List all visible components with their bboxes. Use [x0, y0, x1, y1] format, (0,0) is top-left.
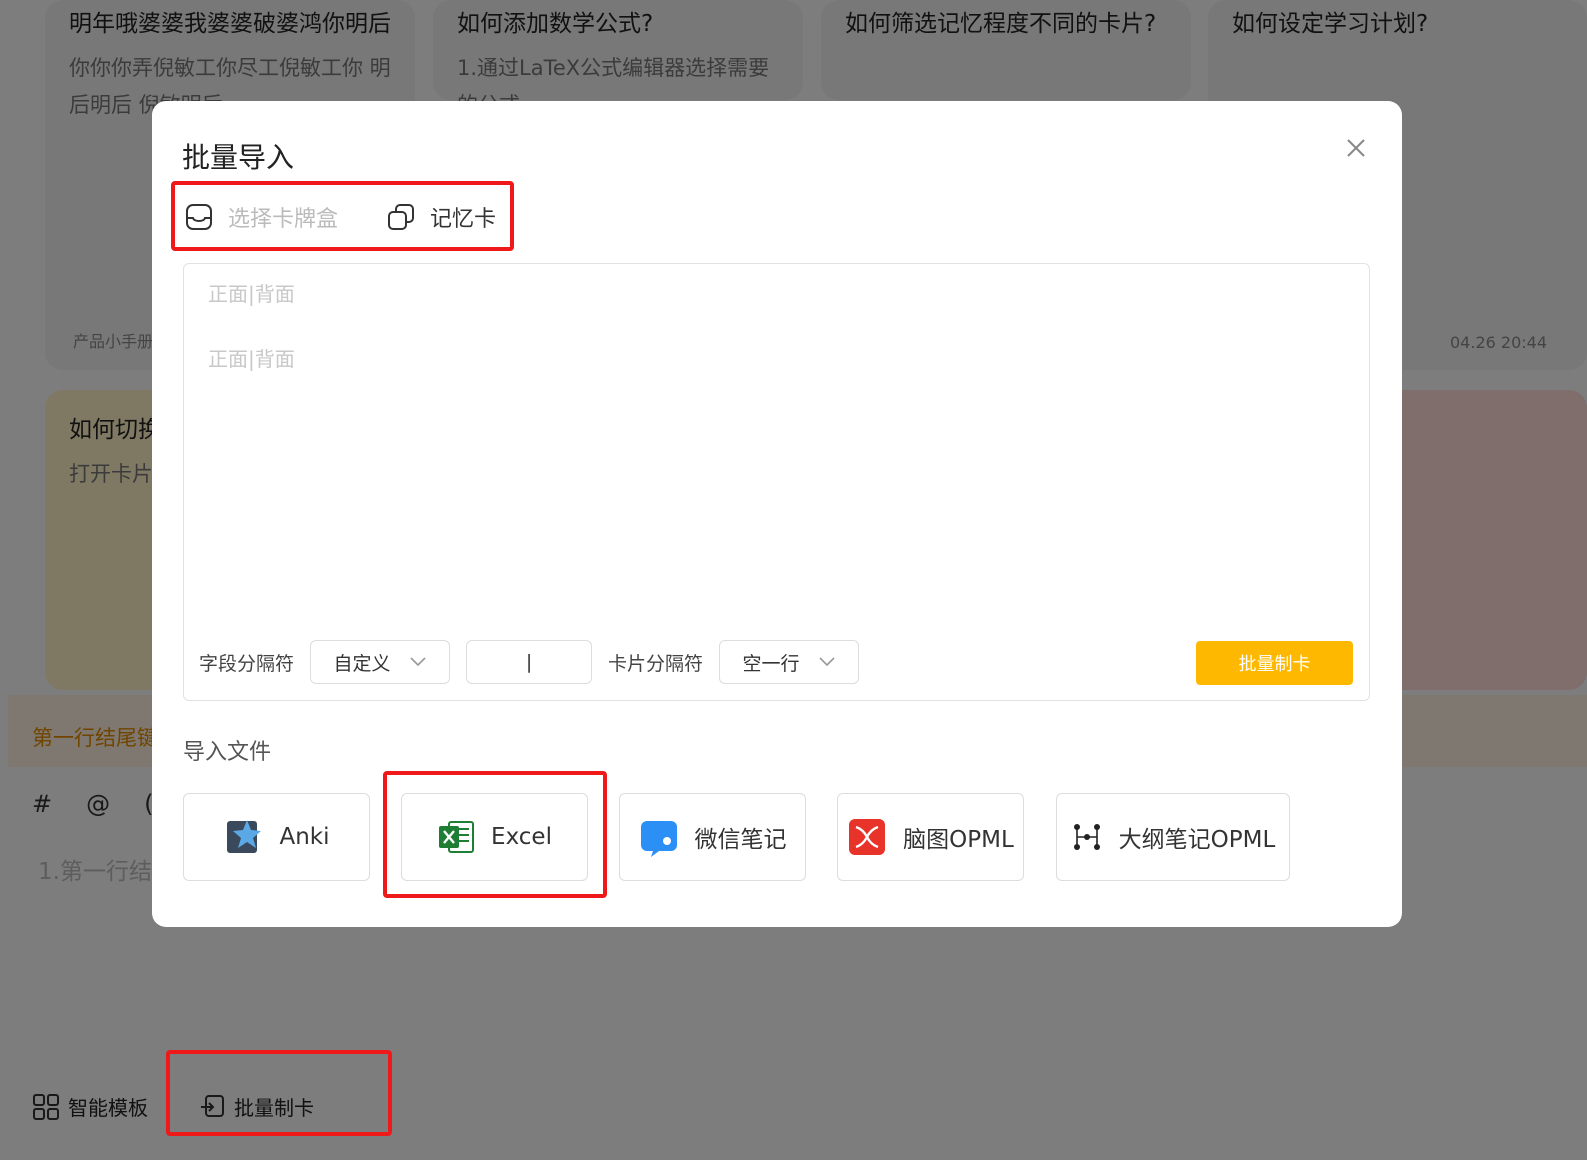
outline-icon	[1073, 824, 1100, 850]
highlight-box	[383, 771, 607, 898]
import-wechat-button[interactable]: 微信笔记	[619, 793, 806, 881]
batch-make-submit-button[interactable]: 批量制卡	[1196, 641, 1353, 685]
card-separator-mode: 空一行	[742, 652, 800, 675]
import-wechat-label: 微信笔记	[694, 827, 787, 853]
import-mindmap-opml-label: 脑图OPML	[903, 827, 1014, 853]
close-icon[interactable]	[1342, 134, 1370, 162]
textarea-placeholder: 正面|背面	[208, 282, 295, 306]
field-separator-value: |	[525, 651, 533, 673]
highlight-box	[171, 181, 514, 251]
chevron-down-icon	[409, 657, 426, 667]
separator-options: 字段分隔符 自定义 | 卡片分隔符 空一行	[199, 640, 860, 684]
field-separator-dropdown[interactable]: 自定义	[310, 640, 451, 684]
textarea-placeholder: 正面|背面	[208, 347, 295, 371]
highlight-box	[166, 1050, 392, 1136]
field-separator-mode: 自定义	[333, 652, 391, 675]
wechat-note-icon	[640, 821, 677, 857]
import-outline-opml-label: 大纲笔记OPML	[1118, 827, 1276, 853]
import-anki-button[interactable]: Anki	[183, 793, 370, 881]
anki-icon	[227, 820, 262, 853]
import-file-label: 导入文件	[183, 740, 272, 765]
card-separator-label: 卡片分隔符	[608, 652, 704, 675]
dialog-title: 批量导入	[182, 141, 295, 174]
import-mindmap-opml-button[interactable]: 脑图OPML	[837, 793, 1024, 881]
batch-text-input[interactable]: 正面|背面 正面|背面	[183, 263, 1370, 701]
xmind-icon	[849, 819, 886, 855]
field-separator-input[interactable]: |	[466, 640, 593, 684]
field-separator-label: 字段分隔符	[199, 652, 295, 675]
card-separator-dropdown[interactable]: 空一行	[719, 640, 860, 684]
import-outline-opml-button[interactable]: 大纲笔记OPML	[1056, 793, 1290, 881]
batch-import-dialog: 批量导入 选择卡牌盒 记忆卡 正面|背面 正面|背面 字段分隔符 自定义 | 卡…	[152, 101, 1402, 927]
import-anki-label: Anki	[279, 824, 330, 850]
chevron-down-icon	[818, 657, 835, 667]
